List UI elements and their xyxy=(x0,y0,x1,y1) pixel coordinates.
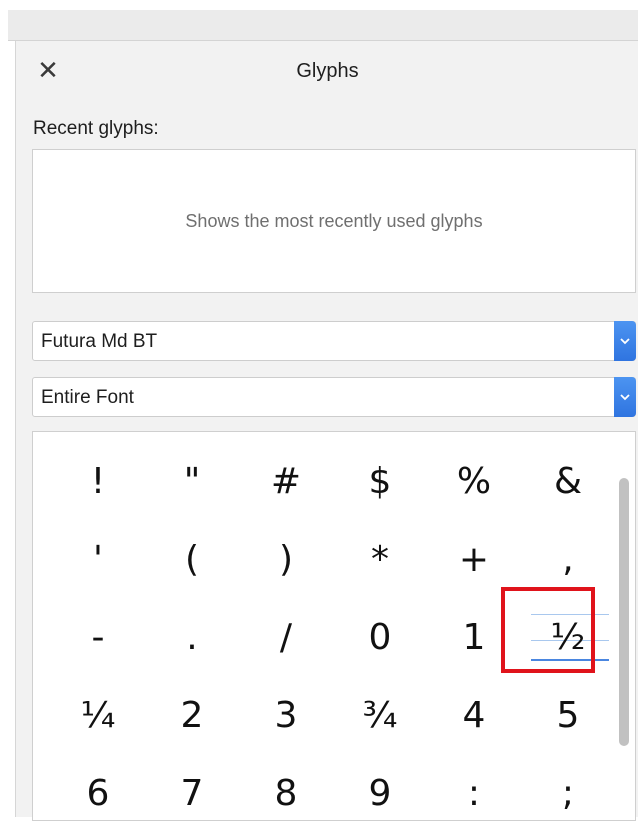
glyph-char: # xyxy=(270,460,302,502)
recent-glyphs-box: Shows the most recently used glyphs xyxy=(32,149,636,293)
recent-glyphs-label: Recent glyphs: xyxy=(33,118,159,139)
glyph-cell[interactable]: 3 xyxy=(239,676,333,754)
glyph-cell[interactable]: : xyxy=(427,754,521,820)
glyph-char: 7 xyxy=(180,772,204,814)
glyph-char: 6 xyxy=(86,772,110,814)
glyph-cell[interactable]: 1 xyxy=(427,598,521,676)
glyph-char: 0 xyxy=(368,616,392,658)
range-select[interactable]: Entire Font xyxy=(32,377,636,417)
glyph-char: ; xyxy=(561,772,575,814)
glyph-cell[interactable]: + xyxy=(427,520,521,598)
glyph-cell[interactable]: ' xyxy=(51,520,145,598)
glyph-cell[interactable]: % xyxy=(427,442,521,520)
glyph-cell[interactable]: ) xyxy=(239,520,333,598)
glyph-grid: ! " # $% & ' () * +, -. / 0 1 ½ ¼ 2 3 ¾ 4 5 6 7 8 9:; xyxy=(51,442,615,820)
glyph-cell[interactable]: ¾ xyxy=(333,676,427,754)
glyph-grid-container: ! " # $% & ' () * +, -. / 0 1 ½ ¼ 2 3 ¾ 4 5 6 7 8 9:; xyxy=(32,431,636,821)
glyph-char: ' xyxy=(93,538,103,580)
glyph-cell[interactable]: ! xyxy=(51,442,145,520)
glyph-cell[interactable]: # xyxy=(239,442,333,520)
glyph-cell[interactable]: 2 xyxy=(145,676,239,754)
vertical-scrollbar[interactable] xyxy=(618,440,630,816)
glyph-char: 3 xyxy=(274,694,298,736)
glyph-char: $ xyxy=(368,460,392,502)
glyph-char: 5 xyxy=(556,694,580,736)
glyph-char: ! xyxy=(90,460,106,502)
glyph-char: : xyxy=(467,772,481,814)
glyph-cell[interactable]: 0 xyxy=(333,598,427,676)
range-select-value: Entire Font xyxy=(41,387,134,408)
glyph-char: + xyxy=(458,538,490,580)
glyph-char: / xyxy=(279,616,293,658)
glyph-char: ) xyxy=(278,538,294,580)
glyph-char: " xyxy=(183,460,201,502)
chevron-down-icon[interactable] xyxy=(614,321,636,361)
glyph-cell[interactable]: 4 xyxy=(427,676,521,754)
glyph-char: * xyxy=(371,538,389,580)
glyph-cell[interactable]: 7 xyxy=(145,754,239,820)
glyph-cell[interactable]: ¼ xyxy=(51,676,145,754)
glyph-char: 9 xyxy=(368,772,392,814)
glyph-cell[interactable]: 9 xyxy=(333,754,427,820)
panel-title: Glyphs xyxy=(296,60,359,82)
panel-header: ✕ Glyphs xyxy=(16,41,638,103)
glyph-char: ½ xyxy=(550,616,586,658)
glyph-cell[interactable]: & xyxy=(521,442,615,520)
glyph-char: 8 xyxy=(274,772,298,814)
glyph-cell[interactable]: ; xyxy=(521,754,615,820)
font-select[interactable]: Futura Md BT xyxy=(32,321,636,361)
glyph-cell[interactable]: $ xyxy=(333,442,427,520)
chevron-down-icon[interactable] xyxy=(614,377,636,417)
glyph-char: ¼ xyxy=(80,694,116,736)
recent-glyphs-placeholder: Shows the most recently used glyphs xyxy=(185,210,483,231)
glyph-cell[interactable]: ( xyxy=(145,520,239,598)
glyph-char: & xyxy=(553,460,583,502)
glyph-cell[interactable]: 5 xyxy=(521,676,615,754)
glyph-cell[interactable]: . xyxy=(145,598,239,676)
window-top-bar xyxy=(8,10,638,41)
glyph-char: - xyxy=(91,616,105,658)
glyph-char: ( xyxy=(184,538,200,580)
scrollbar-thumb[interactable] xyxy=(619,478,629,746)
glyph-char: % xyxy=(456,460,492,502)
glyph-char: 2 xyxy=(180,694,204,736)
glyph-cell[interactable]: * xyxy=(333,520,427,598)
glyphs-panel: ✕ Glyphs Recent glyphs: Shows the most r… xyxy=(15,41,638,821)
glyph-cell[interactable]: " xyxy=(145,442,239,520)
glyph-cell[interactable]: - xyxy=(51,598,145,676)
glyph-char: . xyxy=(186,616,198,658)
font-select-value: Futura Md BT xyxy=(41,331,158,352)
glyph-char: 4 xyxy=(462,694,486,736)
glyph-char: ¾ xyxy=(362,694,398,736)
glyph-cell[interactable]: 8 xyxy=(239,754,333,820)
glyph-cell[interactable]: 6 xyxy=(51,754,145,820)
glyph-cell[interactable]: ½ xyxy=(521,598,615,676)
glyph-char: 1 xyxy=(462,616,486,658)
glyph-cell[interactable]: , xyxy=(521,520,615,598)
glyph-char: , xyxy=(562,538,574,580)
glyph-cell[interactable]: / xyxy=(239,598,333,676)
